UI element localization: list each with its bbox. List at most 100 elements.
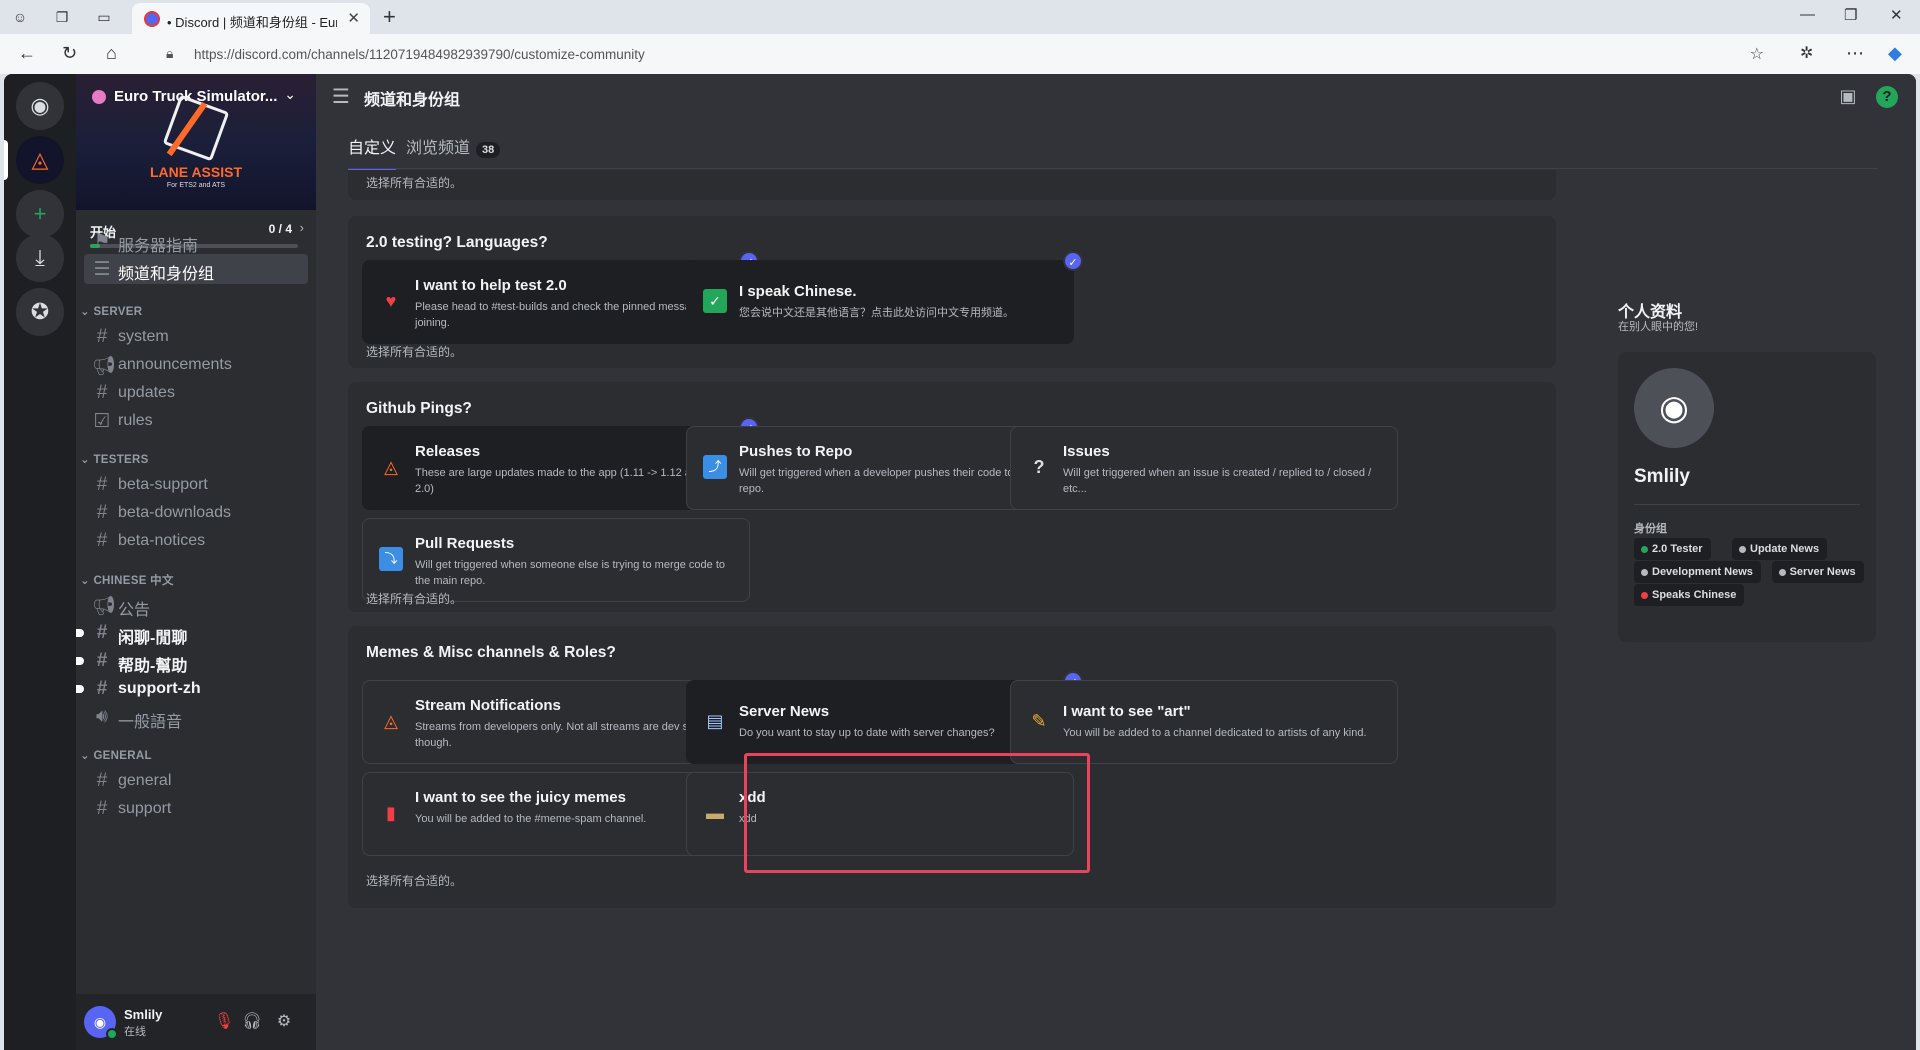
option-title: I want to see the juicy memes bbox=[415, 789, 626, 806]
option-card[interactable]: ✎ I want to see "art" You will be added … bbox=[1010, 680, 1398, 764]
inbox-icon[interactable]: ▣ bbox=[1836, 86, 1860, 110]
collections-icon[interactable]: ❐ bbox=[52, 7, 72, 27]
tab-customize-label: 自定义 bbox=[348, 140, 397, 157]
home-icon[interactable]: ⌂ bbox=[106, 43, 117, 64]
profile-icon[interactable]: ☺ bbox=[10, 7, 30, 27]
user-status-text: 在线 bbox=[124, 1026, 146, 1038]
channel-name: 服务器指南 bbox=[118, 238, 199, 255]
channel-item[interactable]: 🔊︎ 一般語音 bbox=[84, 702, 308, 732]
channel-type-icon: 📢︎ bbox=[92, 596, 117, 617]
channel-name: 闲聊-閒聊 bbox=[118, 630, 188, 647]
category-header[interactable]: ⌄ TESTERS bbox=[80, 452, 149, 466]
option-title: Stream Notifications bbox=[415, 697, 561, 714]
option-title: I speak Chinese. bbox=[739, 283, 857, 300]
favorite-star-icon[interactable]: ☆ bbox=[1750, 44, 1764, 64]
channel-name: support bbox=[118, 800, 172, 817]
username[interactable]: Smlily bbox=[124, 1007, 162, 1022]
signpost-icon: ⚑ bbox=[93, 231, 111, 252]
role-badge: Update News bbox=[1732, 538, 1828, 560]
more-menu-icon[interactable]: ⋯ bbox=[1846, 43, 1864, 64]
section-title: Github Pings? bbox=[366, 400, 472, 417]
profile-subheading: 在别人眼中的您! bbox=[1618, 321, 1699, 333]
tab-actions-icon[interactable]: ▭ bbox=[94, 7, 114, 27]
logo-subtitle: For ETS2 and ATS bbox=[166, 182, 226, 189]
channel-item[interactable]: # beta-downloads bbox=[84, 498, 308, 528]
category-label: CHINESE 中文 bbox=[93, 575, 174, 587]
channel-item[interactable]: ⚑ 服务器指南 bbox=[84, 226, 308, 256]
channel-item[interactable]: ☑ rules bbox=[84, 406, 308, 436]
selected-server-pill bbox=[4, 140, 8, 180]
settings-gear-icon[interactable]: ⚙ bbox=[272, 1010, 296, 1034]
channel-item[interactable]: # general bbox=[84, 766, 308, 796]
category-header[interactable]: ⌄ SERVER bbox=[80, 304, 142, 318]
option-title: Issues bbox=[1063, 443, 1110, 460]
category-header[interactable]: ⌄ CHINESE 中文 bbox=[80, 572, 174, 588]
close-tab-icon[interactable]: ✕ bbox=[347, 9, 360, 27]
channel-item[interactable]: # beta-notices bbox=[84, 526, 308, 556]
headphones-icon[interactable]: 🎧︎ bbox=[240, 1010, 264, 1034]
online-status-icon bbox=[106, 1028, 118, 1040]
option-title: Releases bbox=[415, 443, 481, 460]
add-server-icon[interactable]: + bbox=[16, 190, 64, 238]
role-color-dot bbox=[1778, 569, 1786, 576]
new-tab-icon[interactable]: + bbox=[383, 4, 396, 30]
explore-servers-compass-icon[interactable]: ✪ bbox=[16, 288, 64, 336]
app-logo-icon: ◬ bbox=[384, 711, 398, 731]
chevron-down-icon: ⌄ bbox=[80, 454, 94, 466]
tab-browse-channels[interactable]: 浏览频道 38 bbox=[406, 134, 501, 169]
channel-type-icon: 📢︎ bbox=[92, 356, 117, 377]
back-icon[interactable]: ← bbox=[18, 43, 36, 64]
profile-card: ◉ Smlily 身份组 2.0 Tester Update News Develo… bbox=[1618, 352, 1876, 642]
highlight-box bbox=[744, 753, 1090, 873]
main-content: ☰ 频道和身份组 ▣ ? 自定义 浏览频道 38 选择所有合适的。 2.0 tes… bbox=[316, 74, 1916, 1050]
channel-item[interactable]: # updates bbox=[84, 378, 308, 408]
channel-name: 频道和身份组 bbox=[118, 266, 215, 283]
discord-app: ◉ ◬ + ⤓ ✪ Euro Truck Simulator... ⌄ LANE… bbox=[4, 74, 1916, 1050]
restore-icon[interactable]: ❐ bbox=[1844, 6, 1857, 24]
hash-icon: # bbox=[96, 474, 108, 495]
close-window-icon[interactable]: ✕ bbox=[1890, 6, 1903, 24]
customize-tabs: 自定义 浏览频道 38 bbox=[348, 124, 1878, 171]
role-color-dot bbox=[1641, 592, 1648, 599]
role-badge: Speaks Chinese bbox=[1634, 584, 1745, 606]
url-field[interactable]: 🔒︎ https://discord.com/channels/11207194… bbox=[148, 38, 1778, 70]
help-question-icon[interactable]: ? bbox=[1876, 86, 1898, 108]
refresh-icon[interactable]: ↻ bbox=[62, 43, 77, 64]
channel-item[interactable]: # beta-support bbox=[84, 470, 308, 500]
option-title: I want to see "art" bbox=[1063, 703, 1191, 720]
option-description: You will be added to a channel dedicated… bbox=[1063, 727, 1367, 739]
channel-item[interactable]: 📢︎ announcements bbox=[84, 350, 308, 380]
channel-name: updates bbox=[118, 384, 175, 401]
extensions-icon[interactable]: ✲ bbox=[1800, 43, 1813, 63]
option-card[interactable]: ? Issues Will get triggered when an issu… bbox=[1010, 426, 1398, 510]
browser-tab-discord[interactable]: • Discord | 频道和身份组 - Euro Tr ✕ bbox=[132, 3, 370, 34]
option-title: Server News bbox=[739, 703, 830, 720]
red-heart-icon: ♥ bbox=[385, 291, 397, 311]
arrow-down-icon: ⤵ bbox=[379, 547, 403, 571]
chevron-down-icon: ⌄ bbox=[80, 306, 94, 318]
unread-indicator bbox=[76, 629, 84, 637]
direct-messages-discord-icon[interactable]: ◉ bbox=[16, 82, 64, 130]
channel-name: 一般語音 bbox=[118, 714, 183, 731]
channel-item[interactable]: # system bbox=[84, 322, 308, 352]
minimize-icon[interactable]: — bbox=[1800, 6, 1815, 23]
channel-item[interactable]: # 帮助-幫助 bbox=[76, 646, 308, 676]
channel-type-icon: 🔊︎ bbox=[96, 706, 108, 727]
questions-scroll: 选择所有合适的。 2.0 testing? Languages? ♥ I wan… bbox=[348, 170, 1600, 1050]
channel-item[interactable]: # support bbox=[84, 794, 308, 824]
hash-icon: # bbox=[96, 382, 108, 403]
channel-item[interactable]: ☰ 频道和身份组 bbox=[84, 254, 308, 284]
option-card[interactable]: ✓ I speak Chinese. 您会说中文还是其他语言？点击此处访问中文专… bbox=[686, 251, 1083, 344]
category-header[interactable]: ⌄ GENERAL bbox=[80, 748, 152, 762]
chevron-down-icon[interactable]: ⌄ bbox=[284, 86, 296, 103]
server-banner[interactable]: Euro Truck Simulator... ⌄ LANE ASSIST Fo… bbox=[76, 74, 316, 210]
download-apps-icon[interactable]: ⤓ bbox=[16, 234, 64, 282]
mute-microphone-icon[interactable]: 🎙︎ bbox=[212, 1010, 236, 1034]
channel-item[interactable]: # support-zh bbox=[76, 674, 308, 704]
channel-item[interactable]: 📢︎ 公告 bbox=[84, 590, 308, 620]
tab-customize[interactable]: 自定义 bbox=[348, 134, 397, 171]
copilot-icon[interactable]: ◆ bbox=[1888, 43, 1902, 64]
lock-icon[interactable]: 🔒︎ bbox=[166, 45, 173, 62]
lane-assist-server-icon[interactable]: ◬ bbox=[16, 136, 64, 184]
channel-item[interactable]: # 闲聊-閒聊 bbox=[76, 618, 308, 648]
